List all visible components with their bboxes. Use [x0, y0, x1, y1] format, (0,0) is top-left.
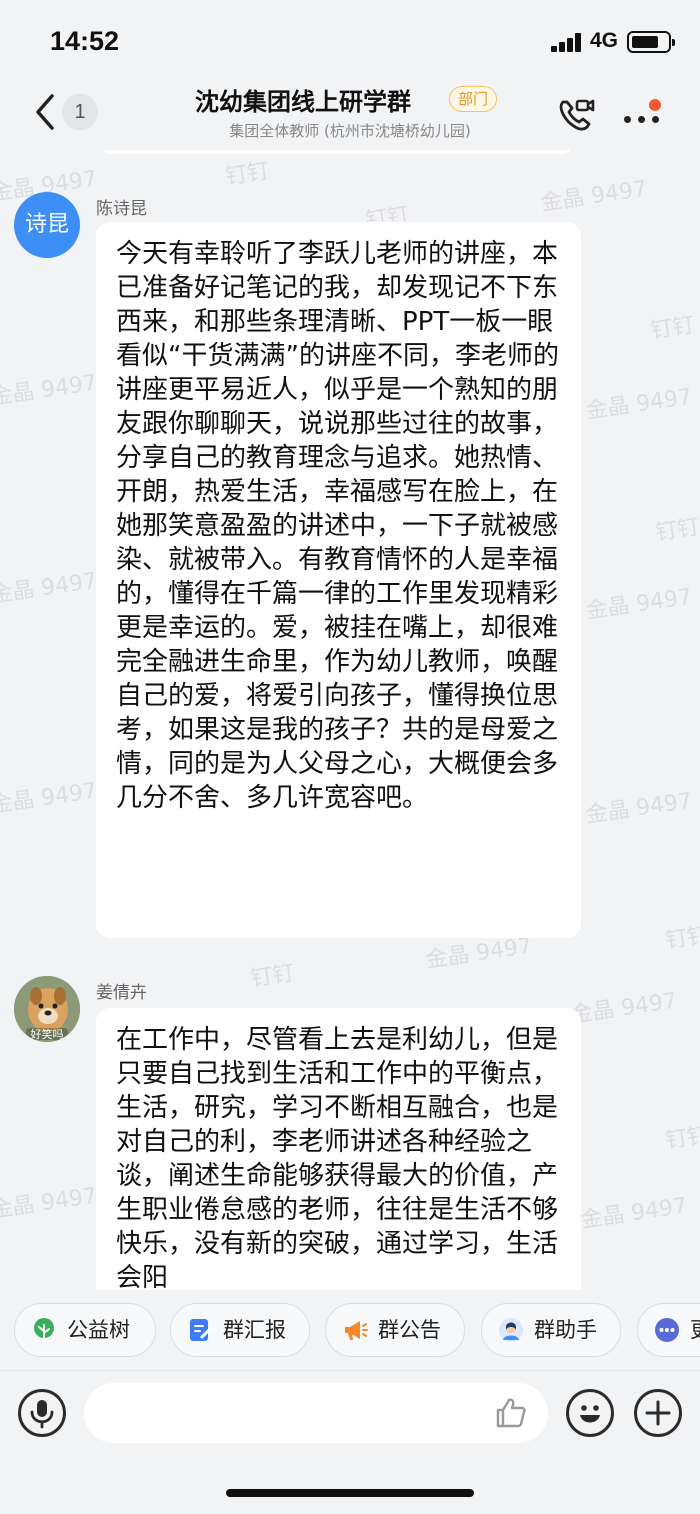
previous-message-bubble: [100, 150, 574, 154]
emoji-icon: [580, 1405, 600, 1423]
watermark: 金晶 9497: [569, 988, 679, 1029]
chat-message-list[interactable]: 金晶 9497 钉钉 金晶 9497 钉钉 钉钉 金晶 9497 金晶 9497…: [0, 150, 700, 1290]
watermark: 金晶 9497: [0, 568, 99, 609]
avatar[interactable]: 好笑吗: [14, 976, 80, 1042]
battery-icon: [627, 31, 675, 53]
message-input[interactable]: [84, 1383, 548, 1443]
status-bar: 14:52 4G: [0, 0, 700, 80]
watermark: 金晶 9497: [584, 584, 694, 625]
message-bubble[interactable]: 在工作中，尽管看上去是利幼儿，但是只要自己找到生活和工作中的平衡点，生活，研究，…: [96, 1008, 581, 1290]
chip-label: 群公告: [378, 1318, 441, 1342]
chip-charity-tree[interactable]: 公益树: [14, 1303, 156, 1357]
chat-title[interactable]: 沈幼集团线上研学群: [195, 82, 411, 117]
thumbs-up-icon: [496, 1398, 526, 1428]
quick-action-bar: 公益树 群汇报 群公告 群助手 更: [0, 1290, 700, 1370]
chip-group-report[interactable]: 群汇报: [170, 1303, 310, 1357]
more-dots-icon: [624, 116, 631, 123]
chip-label: 群助手: [534, 1318, 597, 1342]
chat-header: 1 沈幼集团线上研学群 部门 集团全体教师 (杭州市沈塘桥幼儿园): [0, 80, 700, 150]
watermark: 钉钉: [223, 159, 271, 190]
watermark: 金晶 9497: [539, 176, 649, 217]
watermark: 钉钉: [248, 961, 296, 992]
like-button[interactable]: [494, 1396, 528, 1430]
megaphone-icon: [345, 1321, 368, 1340]
watermark: 金晶 9497: [584, 788, 694, 829]
emoji-button[interactable]: [566, 1389, 614, 1437]
more-button[interactable]: [620, 96, 664, 132]
tree-icon: [34, 1318, 54, 1342]
plus-icon: [645, 1400, 671, 1426]
chat-subtitle-text: 集团全体教师 (杭州市沈塘桥幼儿园): [229, 122, 471, 140]
chip-group-notice[interactable]: 群公告: [325, 1303, 465, 1357]
watermark: 金晶 9497: [584, 384, 694, 425]
watermark: 钉钉: [653, 515, 700, 546]
avatar-caption: 好笑吗: [30, 1028, 64, 1041]
watermark: 钉钉: [663, 1123, 700, 1154]
chip-label: 公益树: [67, 1318, 130, 1342]
add-button[interactable]: [634, 1389, 682, 1437]
watermark: 钉钉: [663, 923, 700, 954]
status-time: 14:52: [50, 26, 120, 56]
video-call-icon: [559, 99, 595, 131]
chip-more[interactable]: 更: [637, 1303, 700, 1357]
call-button[interactable]: [555, 94, 597, 136]
sender-name: 姜倩卉: [96, 983, 147, 1003]
watermark: 钉钉: [648, 313, 696, 344]
sender-name: 陈诗昆: [96, 199, 147, 219]
avatar[interactable]: 诗昆: [14, 192, 80, 258]
network-type: 4G: [590, 29, 619, 52]
message-bubble[interactable]: 今天有幸聆听了李跃儿老师的讲座，本已准备好记笔记的我，却发现记不下东西来，和那些…: [96, 222, 581, 938]
department-badge: 部门: [449, 86, 498, 112]
microphone-icon: [30, 1400, 54, 1429]
assistant-icon: [499, 1318, 523, 1342]
watermark: 金晶 9497: [0, 370, 99, 411]
notification-dot: [649, 99, 661, 111]
watermark: 金晶 9497: [579, 1193, 689, 1234]
chip-group-assistant[interactable]: 群助手: [481, 1303, 621, 1357]
chip-label: 群汇报: [223, 1318, 286, 1342]
watermark: 金晶 9497: [0, 778, 99, 819]
home-indicator[interactable]: [226, 1489, 474, 1497]
report-icon: [190, 1319, 212, 1341]
chip-label: 更: [690, 1304, 700, 1356]
voice-button[interactable]: [18, 1389, 66, 1437]
signal-icon: [551, 32, 585, 52]
watermark: 金晶 9497: [0, 1183, 99, 1224]
more-icon: [655, 1318, 679, 1342]
